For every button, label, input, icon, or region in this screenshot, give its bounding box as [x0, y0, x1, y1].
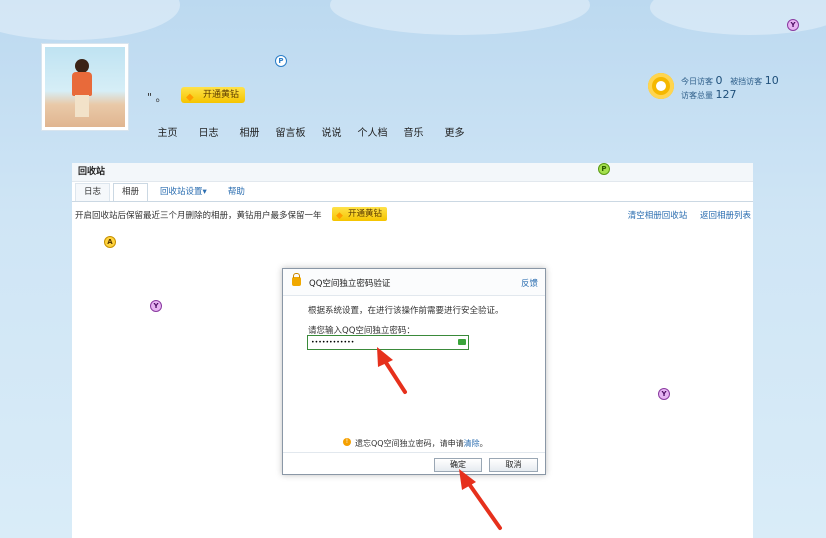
open-vip-label: 开通黄钻 [203, 90, 240, 100]
p-marker-icon: P [275, 55, 287, 67]
nav-guestbook[interactable]: 留言板 [270, 124, 311, 139]
total-visitors-label: 访客总量 [681, 91, 713, 100]
nav-more[interactable]: 更多 [434, 124, 475, 139]
info-icon: ! [343, 438, 351, 446]
y-marker-icon: Y [658, 388, 670, 400]
avatar-figure-head [75, 59, 89, 73]
nav-profile[interactable]: 个人档 [352, 124, 393, 139]
total-visitors-value: 127 [715, 88, 737, 101]
dialog-header: QQ空间独立密码验证 反馈 [283, 269, 545, 296]
nav-blog[interactable]: 日志 [188, 124, 229, 139]
notice-open-vip-button[interactable]: ◆ 开通黄钻 [332, 207, 388, 221]
avatar[interactable] [41, 43, 129, 131]
y-marker-icon: Y [787, 19, 799, 31]
nav-shuoshuo[interactable]: 说说 [311, 124, 352, 139]
nickname: " 。 [147, 91, 167, 104]
keyboard-icon[interactable] [458, 339, 466, 345]
today-visitors-value: 0 [715, 74, 723, 87]
panel-links: 清空相册回收站 返回相册列表 [618, 209, 751, 221]
dialog-title: QQ空间独立密码验证 [309, 279, 391, 289]
notice-open-vip-label: 开通黄钻 [348, 209, 383, 219]
background-cloud [650, 0, 826, 35]
dialog-footer-divider [283, 452, 545, 453]
nav-home[interactable]: 主页 [147, 124, 188, 139]
feedback-link[interactable]: 反馈 [521, 277, 538, 289]
password-dialog: QQ空间独立密码验证 反馈 根据系统设置，在进行该操作前需要进行安全验证。 请您… [282, 268, 546, 475]
avatar-figure-body [72, 72, 92, 96]
visitor-stats: 今日访客 0 被挡访客 10 访客总量 127 [681, 74, 779, 102]
clear-password-link[interactable]: 清除 [464, 439, 480, 448]
tab-blog[interactable]: 日志 [75, 183, 111, 202]
clear-album-recycle-link[interactable]: 清空相册回收站 [628, 211, 688, 221]
y-marker-icon: Y [150, 300, 162, 312]
back-to-album-list-link[interactable]: 返回相册列表 [700, 211, 751, 221]
confirm-button[interactable]: 确定 [434, 458, 482, 472]
avatar-figure-legs [75, 95, 89, 117]
p-marker-icon: P [598, 163, 610, 175]
password-input[interactable]: •••••••••••• [307, 335, 469, 350]
recycle-tabs: 日志 相册 回收站设置▾ 帮助 [75, 183, 257, 202]
background-cloud [330, 0, 590, 35]
recycle-notice: 开启回收站后保留最近三个月删除的相册，黄钻用户最多保留一年 [75, 211, 322, 221]
tab-recycle-settings[interactable]: 回收站设置▾ [151, 183, 216, 202]
panel-title: 回收站 [72, 163, 753, 182]
tab-album[interactable]: 相册 [113, 183, 149, 202]
blocked-visitors-value: 10 [764, 74, 779, 87]
main-nav: 主页 日志 相册 留言板 说说 个人档 音乐 更多 [147, 124, 475, 139]
a-marker-icon: A [104, 236, 116, 248]
cancel-button[interactable]: 取消 [489, 458, 538, 472]
tab-help[interactable]: 帮助 [219, 183, 254, 202]
lock-icon [292, 273, 301, 286]
dialog-message: 根据系统设置，在进行该操作前需要进行安全验证。 [308, 306, 504, 316]
nav-music[interactable]: 音乐 [393, 124, 434, 139]
visitor-eye-icon [648, 73, 674, 99]
background-cloud [0, 0, 180, 40]
avatar-photo [45, 47, 125, 127]
nav-album[interactable]: 相册 [229, 124, 270, 139]
blocked-visitors-label: 被挡访客 [730, 77, 763, 86]
diamond-icon: ◆ [336, 211, 343, 221]
forgot-password-tip: 遗忘QQ空间独立密码，请申请清除。 [355, 438, 488, 449]
tab-divider [72, 201, 753, 202]
forgot-tip-prefix: 遗忘QQ空间独立密码，请申请 [355, 439, 464, 448]
forgot-tip-suffix: 。 [479, 439, 488, 448]
today-visitors-label: 今日访客 [681, 77, 713, 86]
diamond-icon: ◆ [186, 92, 194, 103]
open-vip-button[interactable]: ◆ 开通黄钻 [181, 87, 246, 103]
